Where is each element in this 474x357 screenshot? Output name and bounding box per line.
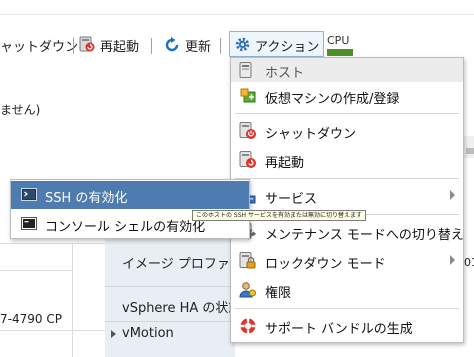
menu-separator xyxy=(235,178,459,179)
submenu-arrow-icon xyxy=(450,190,455,200)
menu-item-label: サポート バンドルの生成 xyxy=(265,322,413,337)
host-icon xyxy=(239,62,252,78)
actions-button-label: アクション xyxy=(255,40,320,55)
expand-arrow-icon[interactable] xyxy=(111,330,116,338)
cpu-label: CPU xyxy=(327,34,350,47)
panel-row-divider xyxy=(105,286,235,287)
restart-icon xyxy=(239,151,256,168)
submenu-arrow-icon xyxy=(450,255,455,265)
submenu-item-label: コンソール シェルの有効化 xyxy=(45,220,206,235)
refresh-icon xyxy=(165,37,179,52)
menu-item-lockdown-mode[interactable]: ロックダウン モード xyxy=(231,248,463,274)
top-divider xyxy=(0,14,474,15)
new-vm-icon xyxy=(240,88,256,103)
partial-value-right: 01 xyxy=(464,256,474,269)
menu-separator xyxy=(235,308,459,309)
menu-item-shutdown[interactable]: シャットダウン xyxy=(231,118,463,144)
panel-row-divider xyxy=(105,321,235,322)
submenu-item-label: SSH の有効化 xyxy=(45,191,128,206)
submenu-item-enable-ssh[interactable]: SSH の有効化 xyxy=(11,181,249,209)
menu-item-label: シャットダウン xyxy=(265,127,357,142)
host-config-panel: イメージ プロファ vSphere HA の状態 vMotion xyxy=(105,236,241,357)
cpu-model-value: 7-4790 CP xyxy=(0,312,62,326)
menu-item-label: ロックダウン モード xyxy=(265,257,386,272)
support-bundle-icon xyxy=(240,318,256,334)
lockdown-mode-icon xyxy=(239,252,256,269)
gear-icon xyxy=(235,37,250,52)
menu-separator xyxy=(235,113,459,114)
row-divider xyxy=(0,243,105,244)
toolbar-separator xyxy=(73,38,74,54)
scroll-gutter xyxy=(463,136,474,158)
vmotion-label[interactable]: vMotion xyxy=(122,326,174,341)
permissions-icon xyxy=(239,282,256,298)
console-shell-icon xyxy=(21,217,37,230)
partial-status-text: ません) xyxy=(0,103,41,117)
toolbar-separator xyxy=(220,38,221,54)
menu-item-services[interactable]: サービス xyxy=(231,183,463,209)
cpu-usage-bar xyxy=(327,49,353,56)
menu-item-permissions[interactable]: 権限 xyxy=(231,277,463,303)
menu-item-maintenance-mode[interactable]: メンテナンス モードへの切り替え xyxy=(231,219,464,245)
toolbar-separator xyxy=(151,38,152,54)
menu-item-create-vm[interactable]: 仮想マシンの作成/登録 xyxy=(231,83,463,109)
scrollbar-thumb[interactable] xyxy=(466,148,474,154)
shutdown-button[interactable]: ャットダウン xyxy=(0,36,78,55)
host-actions-menu: ホスト 仮想マシンの作成/登録 シャットダウン 再起動 サービス メンテナンス … xyxy=(230,57,464,343)
menu-item-restart[interactable]: 再起動 xyxy=(231,147,463,173)
restart-icon xyxy=(79,36,95,52)
restart-button[interactable]: 再起動 xyxy=(100,36,139,55)
image-profile-label: イメージ プロファ xyxy=(122,257,230,272)
ssh-tooltip: このホストの SSH サービスを有効または無効に切り替えます xyxy=(192,210,366,221)
ssh-icon xyxy=(21,188,37,201)
menu-item-label: 再起動 xyxy=(265,156,305,171)
shutdown-icon xyxy=(239,122,256,139)
menu-item-label: 仮想マシンの作成/登録 xyxy=(265,92,400,107)
menu-item-label: 権限 xyxy=(265,286,292,301)
menu-item-label: メンテナンス モードへの切り替え xyxy=(265,228,464,243)
column-divider xyxy=(72,243,73,357)
row-divider xyxy=(0,330,105,331)
ha-state-label: vSphere HA の状態 xyxy=(122,301,242,316)
menu-header: ホスト xyxy=(231,58,463,82)
menu-header-label: ホスト xyxy=(265,66,305,81)
refresh-button[interactable]: 更新 xyxy=(185,36,211,55)
services-submenu: SSH の有効化 コンソール シェルの有効化 xyxy=(10,179,250,239)
actions-button[interactable]: アクション xyxy=(229,31,324,57)
row-divider xyxy=(0,270,72,271)
menu-item-label: サービス xyxy=(265,192,318,207)
menu-item-support-bundle[interactable]: サポート バンドルの生成 xyxy=(231,313,463,339)
